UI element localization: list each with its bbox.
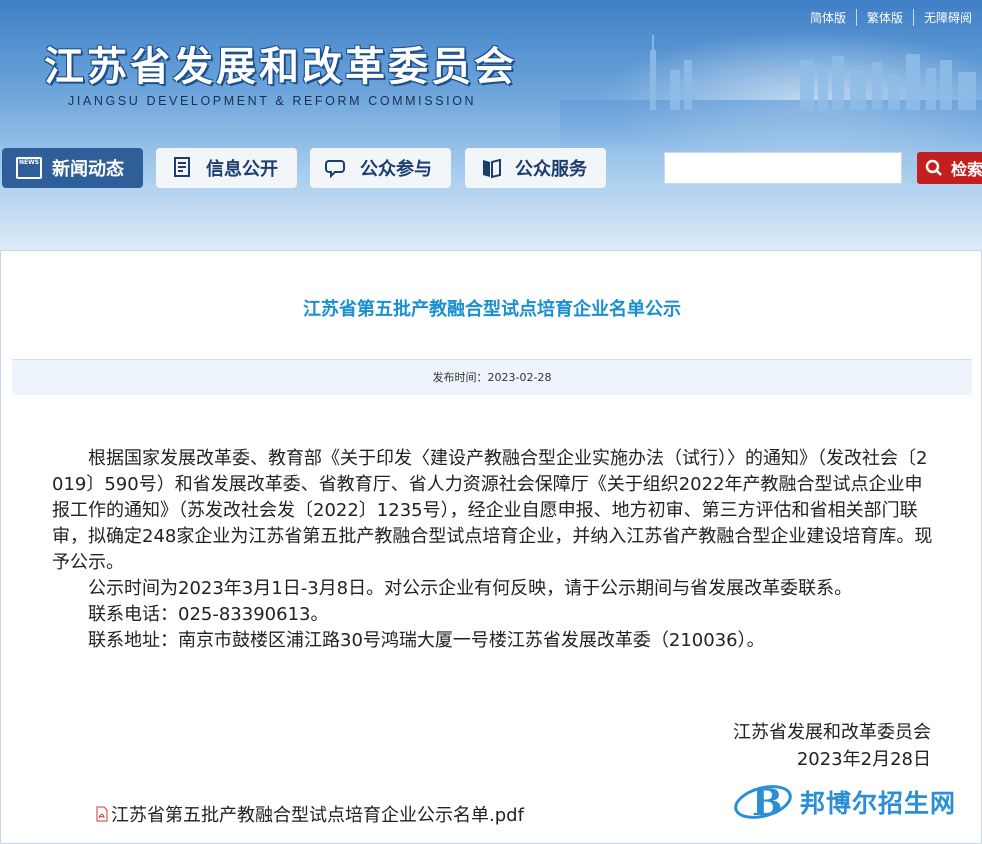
watermark-logo-icon: B [734,782,792,824]
nav-item-label: 信息公开 [206,159,278,180]
top-link-traditional[interactable]: 繁体版 [855,9,913,26]
article-title: 江苏省第五批产教融合型试点培育企业名单公示 [303,299,681,320]
article-panel: 江苏省第五批产教融合型试点培育企业名单公示 发布时间：2023-02-28 根据… [0,250,982,844]
search-button[interactable]: 检索 [917,152,982,184]
watermark: B 邦博尔招生网 [732,776,956,828]
nav-item-public-participation[interactable]: 公众参与 [310,148,451,188]
site-title: 江苏省发展和改革委员会 [44,43,517,90]
top-link-accessible[interactable]: 无障碍阅 [912,9,982,26]
search-input[interactable] [664,152,902,184]
publish-meta: 发布时间：2023-02-28 [12,359,972,395]
signature-date: 2023年2月28日 [796,749,931,770]
chat-icon [324,155,350,181]
city-skyline-image [650,35,976,110]
signature: 江苏省发展和改革委员会 2023年2月28日 [733,719,931,773]
search-button-label: 检索 [951,160,982,179]
signature-org: 江苏省发展和改革委员会 [733,722,931,743]
article-paragraph: 公示时间为2023年3月1日-3月8日。对公示企业有何反映，请于公示期间与省发展… [88,578,853,599]
top-link-simplified[interactable]: 简体版 [800,9,856,26]
nav-item-label: 公众参与 [360,159,432,180]
site-subtitle: JIANGSU DEVELOPMENT & REFORM COMMISSION [68,94,477,108]
news-icon: NEWS [16,155,42,181]
article-body: 根据国家发展改革委、教育部《关于印发〈建设产教融合型企业实施办法（试行）〉的通知… [52,446,936,654]
top-links: 简体版 繁体版 无障碍阅 [800,9,982,26]
attachment-filename: 江苏省第五批产教融合型试点培育企业公示名单.pdf [111,805,524,826]
publish-label: 发布时间： [432,371,488,384]
article-paragraph: 根据国家发展改革委、教育部《关于印发〈建设产教融合型企业实施办法（试行）〉的通知… [52,448,933,573]
contact-phone: 联系电话：025-83390613。 [88,604,329,625]
pdf-icon [96,806,108,822]
nav-item-label: 新闻动态 [52,159,124,180]
document-icon [170,155,196,181]
nav-item-label: 公众服务 [515,159,587,180]
nav-item-info-disclosure[interactable]: 信息公开 [156,148,297,188]
search-icon [925,159,942,176]
watermark-text: 邦博尔招生网 [800,789,957,818]
attachment-link[interactable]: 江苏省第五批产教融合型试点培育企业公示名单.pdf [95,801,524,827]
publish-date: 2023-02-28 [487,371,552,384]
nav-item-public-service[interactable]: 公众服务 [465,148,606,188]
contact-address: 联系地址：南京市鼓楼区浦江路30号鸿瑞大厦一号楼江苏省发展改革委（210036）… [88,630,765,651]
site-header: 简体版 繁体版 无障碍阅 江苏省发展和改革委员会 JIANGSU DEVELOP… [0,0,982,250]
book-icon [479,155,505,181]
nav-item-news[interactable]: NEWS 新闻动态 [2,148,143,188]
watermark-logo-letter: B [752,782,782,824]
